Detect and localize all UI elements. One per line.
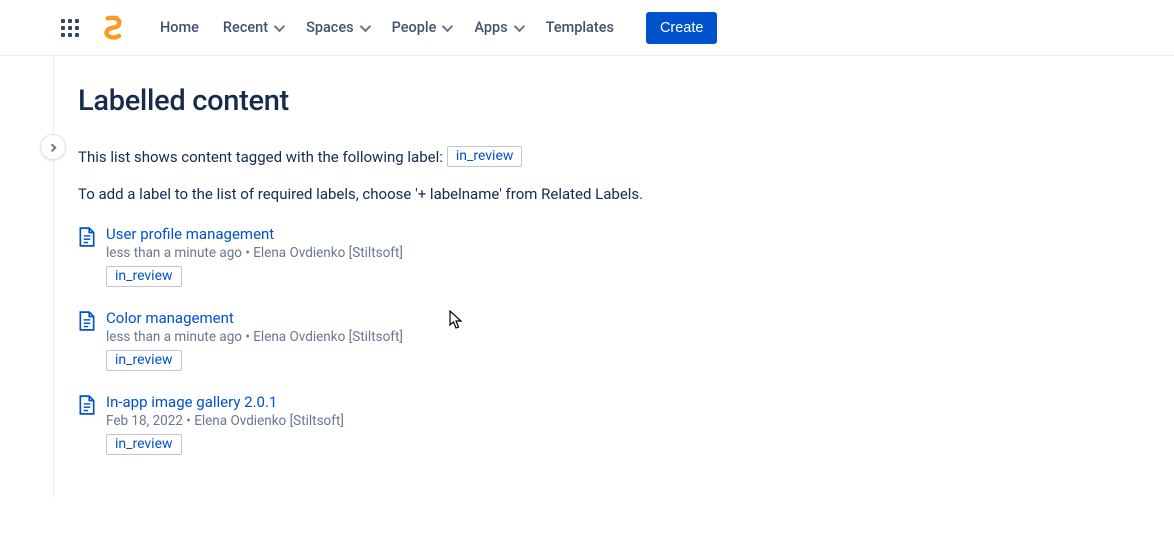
app-switcher-icon[interactable] — [58, 16, 82, 40]
nav-recent-label: Recent — [223, 19, 268, 36]
nav-recent[interactable]: Recent — [213, 13, 292, 42]
chevron-down-icon — [274, 20, 285, 31]
page-title: Labelled content — [78, 84, 1154, 118]
main-content: Labelled content This list shows content… — [54, 56, 1174, 497]
result-meta: Feb 18, 2022 • Elena Ovdienko [Stiltsoft… — [106, 413, 344, 429]
result-item: In-app image gallery 2.0.1 Feb 18, 2022 •… — [78, 393, 1154, 455]
result-item: Color management less than a minute ago •… — [78, 309, 1154, 371]
product-logo-icon[interactable] — [98, 14, 126, 42]
result-item: User profile management less than a minut… — [78, 225, 1154, 287]
result-title-link[interactable]: In-app image gallery 2.0.1 — [106, 393, 344, 411]
nav-items: Home Recent Spaces People Apps Templates — [150, 13, 624, 42]
nav-spaces-label: Spaces — [306, 19, 354, 36]
intro-text: This list shows content tagged with the … — [78, 146, 1154, 167]
page-icon — [78, 225, 96, 287]
nav-templates[interactable]: Templates — [536, 13, 624, 42]
nav-templates-label: Templates — [546, 19, 614, 36]
chevron-down-icon — [513, 20, 524, 31]
result-title-link[interactable]: Color management — [106, 309, 403, 327]
top-navigation: Home Recent Spaces People Apps Templates… — [0, 0, 1174, 56]
result-meta: less than a minute ago • Elena Ovdienko … — [106, 245, 403, 261]
chevron-right-icon — [48, 143, 56, 151]
nav-home[interactable]: Home — [150, 13, 209, 42]
result-label-chip[interactable]: in_review — [106, 266, 182, 287]
page-icon — [78, 309, 96, 371]
sidebar-expand-button[interactable] — [40, 134, 66, 160]
create-button[interactable]: Create — [646, 12, 718, 44]
nav-people[interactable]: People — [382, 13, 461, 42]
results-list: User profile management less than a minut… — [78, 225, 1154, 455]
result-label-chip[interactable]: in_review — [106, 350, 182, 371]
page-icon — [78, 393, 96, 455]
result-meta: less than a minute ago • Elena Ovdienko … — [106, 329, 403, 345]
nav-home-label: Home — [160, 19, 199, 36]
help-text: To add a label to the list of required l… — [78, 185, 1154, 203]
nav-apps[interactable]: Apps — [464, 13, 531, 42]
nav-people-label: People — [392, 19, 437, 36]
sidebar-collapsed — [20, 56, 54, 497]
chevron-down-icon — [359, 20, 370, 31]
filter-label-chip[interactable]: in_review — [447, 146, 523, 167]
result-title-link[interactable]: User profile management — [106, 225, 403, 243]
nav-spaces[interactable]: Spaces — [296, 13, 378, 42]
result-label-chip[interactable]: in_review — [106, 434, 182, 455]
chevron-down-icon — [442, 20, 453, 31]
intro-prefix: This list shows content tagged with the … — [78, 148, 443, 166]
nav-apps-label: Apps — [474, 19, 507, 36]
